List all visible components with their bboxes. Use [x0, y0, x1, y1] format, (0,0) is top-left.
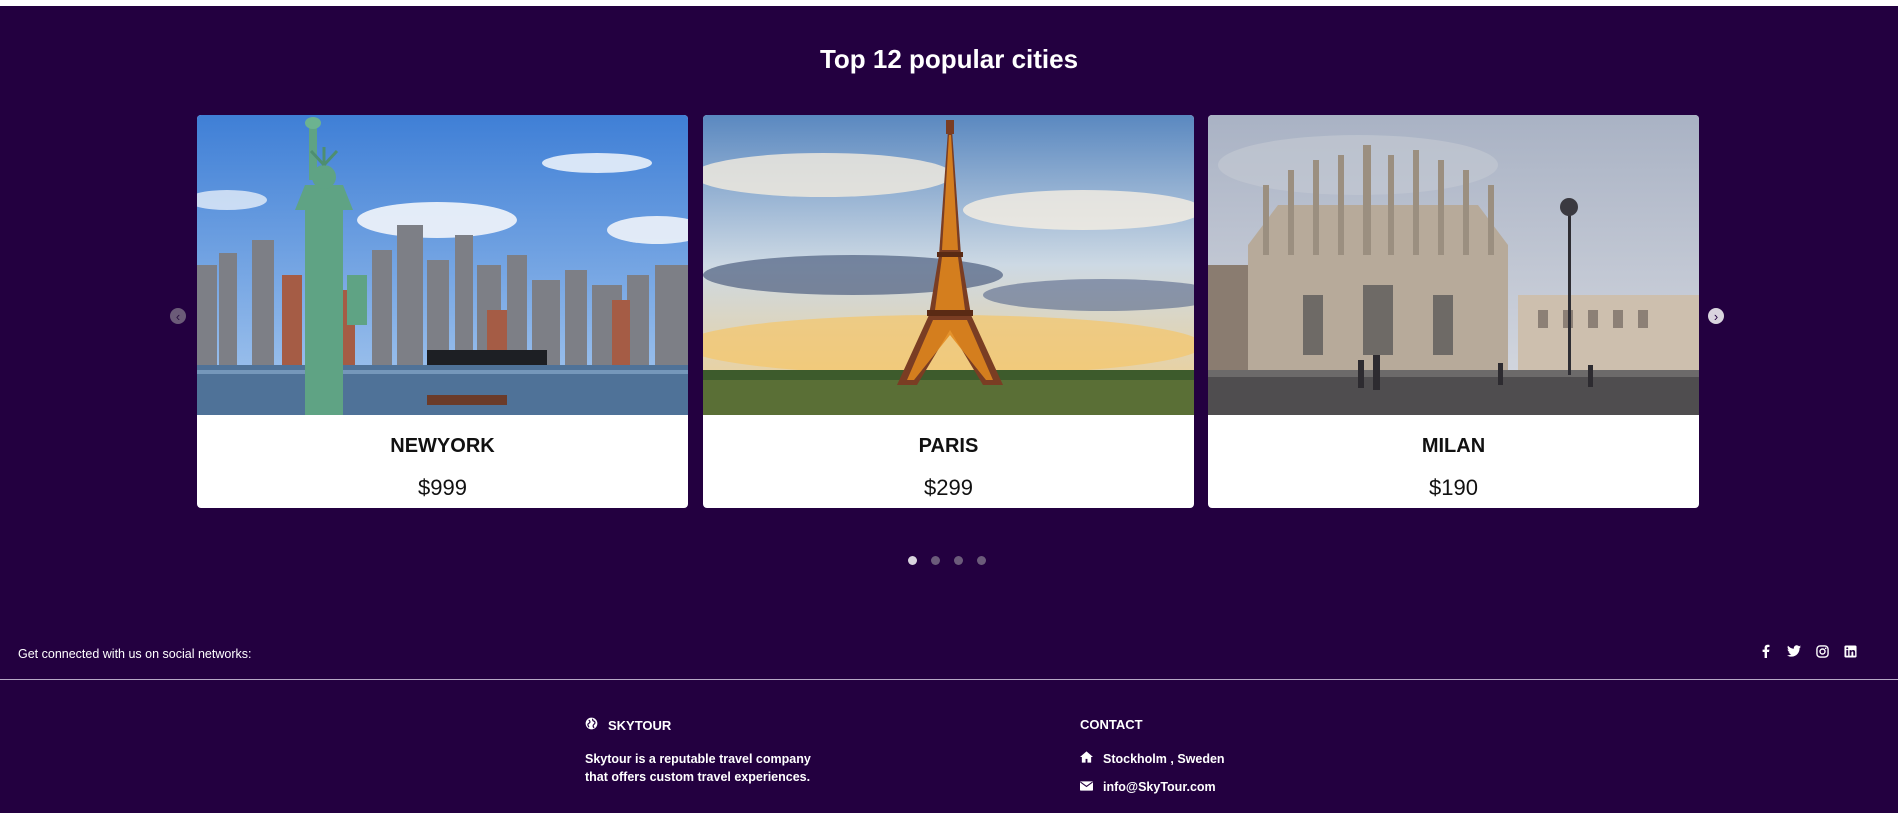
envelope-icon [1080, 780, 1093, 794]
instagram-icon[interactable] [1814, 643, 1830, 659]
city-image-newyork [197, 115, 688, 415]
home-icon [1080, 751, 1093, 766]
city-price: $299 [924, 475, 973, 500]
city-name: NEWYORK [390, 435, 495, 457]
contact-address: Stockholm , Sweden [1080, 751, 1225, 766]
city-price: $999 [418, 475, 467, 500]
chevron-right-icon: › [1713, 308, 1719, 324]
footer-divider [0, 679, 1898, 680]
contact-email[interactable]: info@SkyTour.com [1080, 780, 1216, 794]
city-name: PARIS [918, 435, 979, 457]
page: Top 12 popular cities ‹ › NEWYORK $999 P… [0, 0, 1898, 813]
chevron-left-icon: ‹ [175, 308, 181, 324]
carousel-dot[interactable] [977, 556, 986, 565]
footer-brand-description: Skytour is a reputable travel company th… [585, 752, 811, 784]
carousel-dot[interactable] [908, 556, 917, 565]
contact-address-text: Stockholm , Sweden [1103, 751, 1225, 766]
footer-contact-title: CONTACT [1080, 717, 1143, 732]
brand-title-text: SKYTOUR [608, 717, 672, 733]
social-icons [1758, 643, 1858, 659]
city-price: $190 [1429, 475, 1478, 500]
twitter-icon[interactable] [1786, 643, 1802, 659]
city-image-paris [703, 115, 1194, 415]
globe-icon [585, 717, 598, 733]
carousel-dot[interactable] [954, 556, 963, 565]
section-title: Top 12 popular cities [819, 44, 1079, 74]
facebook-icon[interactable] [1758, 643, 1774, 659]
popular-cities-section: Top 12 popular cities ‹ › NEWYORK $999 P… [0, 6, 1898, 813]
social-networks-text: Get connected with us on social networks… [18, 647, 252, 661]
linkedin-icon[interactable] [1842, 643, 1858, 659]
carousel-prev-button[interactable]: ‹ [170, 308, 186, 324]
city-card-milan[interactable]: MILAN $190 [1208, 115, 1699, 508]
city-name: MILAN [1421, 435, 1486, 457]
footer-brand-title: SKYTOUR [585, 717, 671, 733]
carousel-indicators [908, 556, 986, 565]
city-card-paris[interactable]: PARIS $299 [703, 115, 1194, 508]
city-card-newyork[interactable]: NEWYORK $999 [197, 115, 688, 508]
city-image-milan [1208, 115, 1699, 415]
carousel-dot[interactable] [931, 556, 940, 565]
contact-email-text: info@SkyTour.com [1103, 780, 1216, 794]
carousel-next-button[interactable]: › [1708, 308, 1724, 324]
